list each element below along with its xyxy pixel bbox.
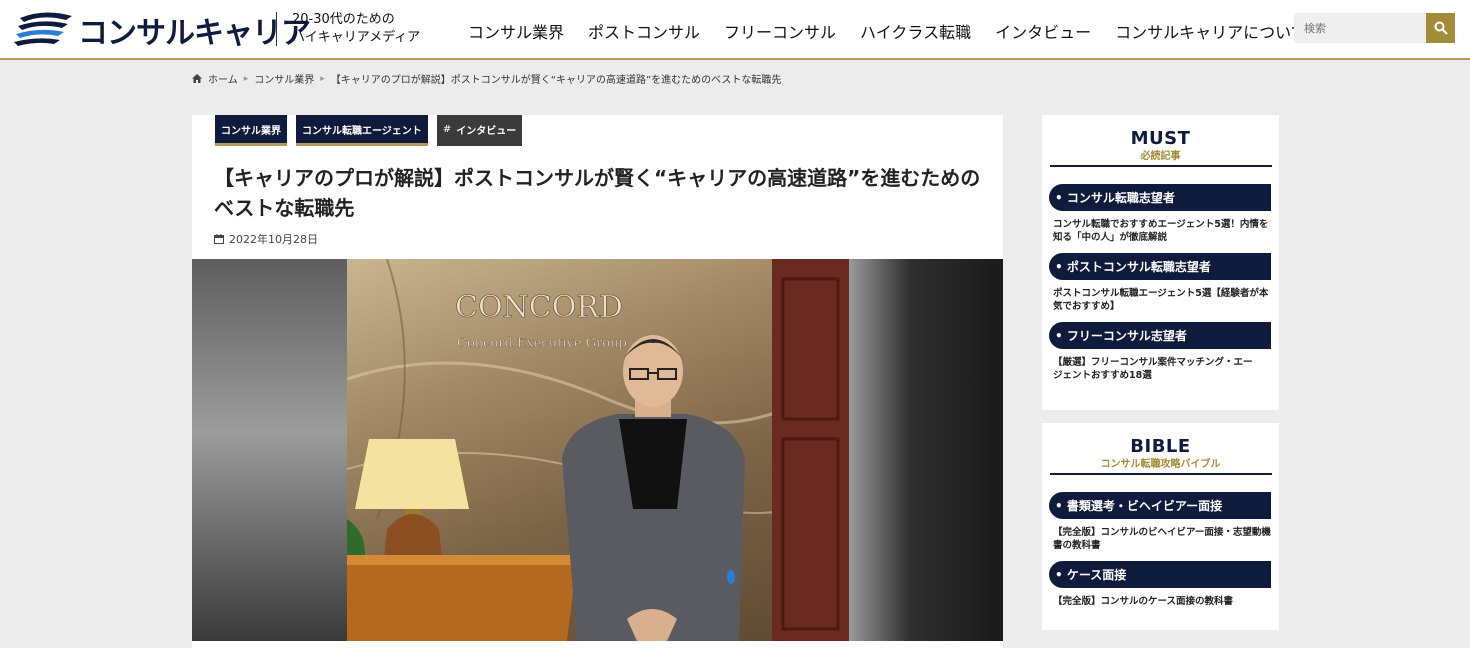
sidebar-must-divider [1049, 165, 1272, 167]
sidebar-link-line-1: 【厳選】フリーコンサル案件マッチング・エー [1053, 357, 1253, 368]
calendar-icon [214, 234, 224, 244]
sidebar-link[interactable]: ポストコンサル転職エージェント5選【経験者が本 気でおすすめ】 [1053, 287, 1275, 313]
breadcrumb-current: 【キャリアのプロが解説】ポストコンサルが賢く“キャリアの高速道路”を進むためのベ… [330, 75, 782, 86]
breadcrumb-separator: ▸ [320, 73, 325, 84]
site-header: コンサルキャリア 20-30代のための ハイキャリアメディア コンサル業界 ポス… [0, 0, 1470, 60]
breadcrumb: ホーム ▸ コンサル業界 ▸ 【キャリアのプロが解説】ポストコンサルが賢く“キャ… [192, 71, 781, 86]
nav-item-post-consul[interactable]: ポストコンサル [588, 19, 700, 43]
article-tags: コンサル業界 コンサル転職エージェント # インタビュー [215, 115, 523, 146]
site-tagline: 20-30代のための ハイキャリアメディア [292, 11, 420, 47]
sidebar-link-line-1: ポストコンサル転職エージェント5選【経験者が本 [1053, 288, 1269, 299]
main-nav: コンサル業界 ポストコンサル フリーコンサル ハイクラス転職 インタビュー コン… [468, 19, 1307, 43]
sidebar-category-case-interview[interactable]: • ケース面接 [1049, 561, 1271, 588]
nav-item-consul-industry[interactable]: コンサル業界 [468, 19, 564, 43]
sidebar-must-subheading: 必読記事 [1140, 151, 1181, 162]
sidebar-bible-subheading: コンサル転職攻略バイブル [1100, 459, 1221, 470]
tagline-line-1: 20-30代のための [292, 12, 395, 27]
sidebar-category-consul-aspirant[interactable]: • コンサル転職志望者 [1049, 184, 1271, 211]
article-title-line-1: 【キャリアのプロが解説】ポストコンサルが賢く“キャリアの高速道路”を進むための [214, 166, 981, 190]
search-button[interactable] [1426, 13, 1455, 43]
sidebar-must-card: MUST 必読記事 • コンサル転職志望者 コンサル転職でおすすめエージェント5… [1042, 115, 1279, 410]
nav-item-interview[interactable]: インタビュー [995, 19, 1091, 43]
article-date-text: 2022年10月28日 [229, 233, 318, 246]
sidebar-link[interactable]: 【厳選】フリーコンサル案件マッチング・エー ジェントおすすめ18選 [1053, 356, 1275, 382]
sidebar-category-free-consul[interactable]: • フリーコンサル志望者 [1049, 322, 1271, 349]
logo-divider [276, 12, 277, 46]
sidebar-bible-card: BIBLE コンサル転職攻略バイブル • 書類選考・ビヘイビアー面接 【完全版】… [1042, 423, 1279, 630]
tagline-line-2: ハイキャリアメディア [292, 30, 421, 45]
tag-consul-industry[interactable]: コンサル業界 [215, 115, 287, 146]
sidebar-link[interactable]: 【完全版】コンサルのビヘイビアー面接・志望動機 書の教科書 [1053, 526, 1275, 552]
wing-logo-icon[interactable] [14, 10, 74, 48]
sidebar-link-line-2: 知る「中の人」が徹底解説 [1053, 232, 1168, 243]
tag-interview-label: インタビュー [456, 125, 517, 137]
home-icon [192, 74, 202, 83]
sidebar-link-line-1: 【完全版】コンサルのビヘイビアー面接・志望動機 [1053, 527, 1271, 538]
sidebar-link-line-2: 書の教科書 [1053, 540, 1101, 551]
hero-image: CONCORD Concord Executive Group [192, 259, 1003, 641]
sidebar-link[interactable]: コンサル転職でおすすめエージェント5選！内情を 知る「中の人」が徹底解説 [1053, 218, 1275, 244]
tag-interview[interactable]: # インタビュー [436, 115, 523, 146]
tag-consul-agent[interactable]: コンサル転職エージェント [296, 115, 428, 146]
sidebar-bible-heading: BIBLE [1130, 436, 1191, 457]
sidebar-bible-divider [1049, 473, 1272, 475]
sidebar-link-line-1: コンサル転職でおすすめエージェント5選！内情を [1053, 219, 1269, 230]
interview-photo-illustration: CONCORD Concord Executive Group [346, 259, 850, 641]
sidebar-link-line-2: 気でおすすめ】 [1053, 301, 1120, 312]
article-card: コンサル業界 コンサル転職エージェント # インタビュー 【キャリアのプロが解説… [192, 115, 1003, 648]
sidebar-category-post-consul[interactable]: • ポストコンサル転職志望者 [1049, 253, 1271, 280]
sidebar-category-behavior-interview[interactable]: • 書類選考・ビヘイビアー面接 [1049, 492, 1271, 519]
breadcrumb-category[interactable]: コンサル業界 [254, 71, 314, 86]
hero-sign-line-1: CONCORD [455, 290, 623, 325]
breadcrumb-home[interactable]: ホーム [208, 71, 238, 86]
hero-sign-line-2: Concord Executive Group [457, 336, 627, 351]
sidebar-link-line-1: 【完全版】コンサルのケース面接の教科書 [1053, 596, 1234, 607]
sidebar-link-line-2: ジェントおすすめ18選 [1053, 370, 1152, 381]
sidebar-link[interactable]: 【完全版】コンサルのケース面接の教科書 [1053, 595, 1275, 608]
nav-item-high-class[interactable]: ハイクラス転職 [860, 19, 971, 43]
hero-photo: CONCORD Concord Executive Group [346, 259, 850, 641]
search-icon [1434, 21, 1448, 35]
article-title-line-2: ベストな転職先 [214, 196, 355, 220]
article-date: 2022年10月28日 [214, 231, 318, 247]
hash-icon: # [442, 123, 452, 135]
breadcrumb-separator: ▸ [243, 73, 249, 84]
hero-blur-left [192, 259, 347, 641]
hero-blur-right [849, 259, 1003, 641]
nav-item-free-consul[interactable]: フリーコンサル [724, 19, 836, 43]
search-input[interactable] [1294, 13, 1426, 43]
sidebar-must-heading: MUST [1130, 128, 1191, 149]
article-title: 【キャリアのプロが解説】ポストコンサルが賢く“キャリアの高速道路”を進むための … [214, 163, 984, 223]
nav-item-about[interactable]: コンサルキャリアについて [1115, 19, 1307, 43]
